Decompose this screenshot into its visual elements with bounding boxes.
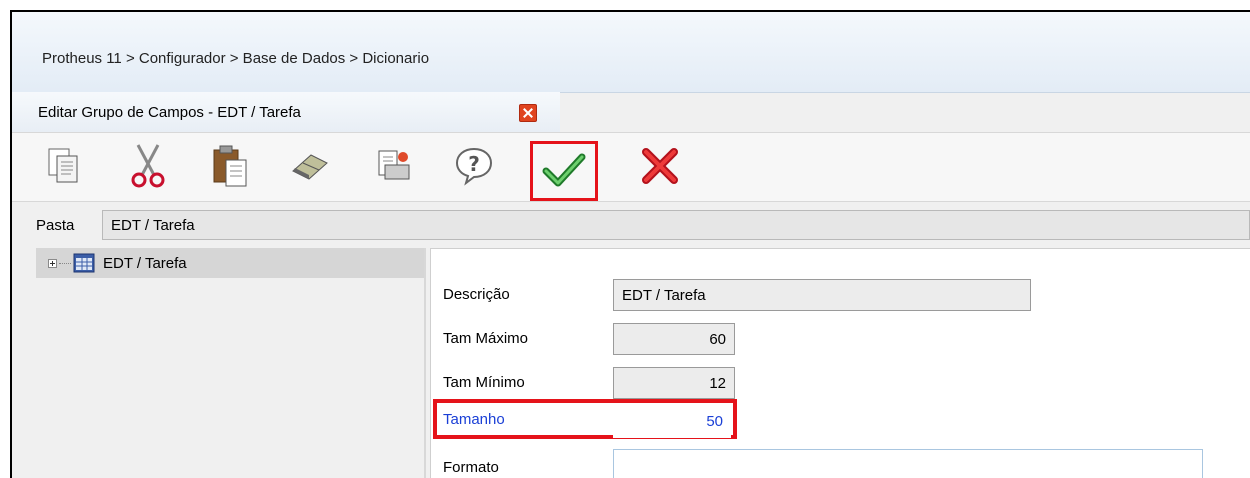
svg-text:?: ? [468, 152, 480, 176]
tree-item-label: EDT / Tarefa [103, 254, 187, 272]
help-button[interactable]: ? [446, 139, 502, 193]
folder-row: Pasta EDT / Tarefa [12, 208, 1250, 244]
copy-button[interactable] [36, 139, 92, 193]
application-frame: Protheus 11 > Configurador > Base de Dad… [10, 10, 1250, 478]
cut-icon [131, 144, 165, 188]
close-window-button[interactable] [519, 104, 537, 122]
help-icon: ? [455, 147, 493, 186]
print-preview-icon [378, 150, 410, 180]
descricao-label: Descrição [443, 286, 510, 303]
tam-minimo-label: Tam Mínimo [443, 374, 525, 391]
breadcrumb-bar: Protheus 11 > Configurador > Base de Dad… [12, 12, 1250, 93]
tam-maximo-field[interactable]: 60 [613, 323, 735, 355]
form-pane: Descrição EDT / Tarefa Tam Máximo 60 Tam… [430, 248, 1250, 478]
folder-label: Pasta [36, 217, 75, 234]
tree-item[interactable]: EDT / Tarefa [36, 248, 424, 278]
copy-icon [48, 148, 78, 183]
paste-icon [213, 145, 247, 187]
tree-pane: EDT / Tarefa [36, 248, 426, 478]
confirm-check-icon [542, 153, 586, 187]
table-icon [73, 253, 95, 273]
tamanho-label: Tamanho [443, 411, 505, 428]
descricao-field[interactable]: EDT / Tarefa [613, 279, 1031, 311]
eraser-icon [292, 154, 328, 180]
paste-button[interactable] [202, 139, 258, 193]
tamanho-field[interactable]: 50 [613, 406, 731, 438]
confirm-button[interactable] [530, 141, 598, 201]
formato-field[interactable] [613, 449, 1203, 478]
toolbar: ? [12, 132, 1250, 202]
eraser-button[interactable] [282, 139, 338, 193]
tree-connector [59, 262, 71, 264]
folder-select[interactable]: EDT / Tarefa [102, 210, 1250, 240]
print-preview-button[interactable] [366, 139, 422, 193]
window-tab: Editar Grupo de Campos - EDT / Tarefa [12, 92, 560, 132]
tam-maximo-label: Tam Máximo [443, 330, 529, 347]
formato-label: Formato [443, 459, 499, 476]
cancel-x-icon [642, 148, 678, 184]
cancel-button[interactable] [632, 139, 688, 193]
tam-minimo-field[interactable]: 12 [613, 367, 735, 399]
expand-icon[interactable] [48, 258, 57, 268]
cut-button[interactable] [120, 139, 176, 193]
window-title: Editar Grupo de Campos - EDT / Tarefa [38, 104, 301, 121]
breadcrumb: Protheus 11 > Configurador > Base de Dad… [42, 50, 430, 67]
